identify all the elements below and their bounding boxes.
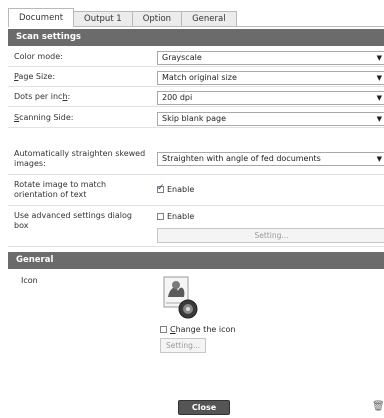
scan-settings-header: Scan settings [8,29,384,46]
dpi-label: Dots per inch: [14,92,71,101]
scanning-side-row: Scanning Side: Skip blank page ▼ [8,108,384,128]
dropdown-arrow-icon: ▼ [376,115,382,123]
tab-document[interactable]: Document [8,8,75,27]
tab-option[interactable]: Option [131,11,183,27]
color-mode-select[interactable]: Grayscale ▼ [157,51,384,65]
color-mode-label: Color mode: [14,52,63,61]
change-icon-checkbox[interactable]: Change the icon [160,325,235,334]
advanced-setting-button[interactable]: Setting... [157,228,384,243]
dpi-value: 200 dpi [162,93,193,102]
straighten-row: Automatically straighten skewed images: … [8,129,384,175]
close-button[interactable]: Close [178,400,230,415]
scanning-side-value: Skip blank page [162,114,226,123]
dropdown-arrow-icon: ▼ [376,94,382,102]
page-size-label: Page Size: [14,72,56,81]
advanced-row: Use advanced settings dialog box Enable … [8,207,384,247]
page-size-value: Match original size [162,73,237,82]
checkbox-unchecked-icon[interactable] [157,213,164,220]
tab-general[interactable]: General [181,11,237,27]
dropdown-arrow-icon: ▼ [376,54,382,62]
page-size-select[interactable]: Match original size ▼ [157,71,384,85]
dpi-row: Dots per inch: 200 dpi ▼ [8,88,384,107]
straighten-select[interactable]: Straighten with angle of fed documents ▼ [157,152,384,166]
icon-setting-button[interactable]: Setting... [160,338,206,353]
advanced-enable-label: Enable [167,212,195,221]
tab-output-1[interactable]: Output 1 [73,11,133,27]
general-header: General [8,252,384,269]
icon-label: Icon [21,276,38,285]
rotate-label: Rotate image to match orientation of tex… [14,180,107,199]
dropdown-arrow-icon: ▼ [376,74,382,82]
rotate-row: Rotate image to match orientation of tex… [8,176,384,206]
straighten-value: Straighten with angle of fed documents [162,154,321,163]
checkbox-checked-icon[interactable] [157,183,165,193]
color-mode-value: Grayscale [162,53,202,62]
scanning-side-label: Scanning Side: [14,113,74,122]
change-icon-label: Change the icon [170,325,236,334]
straighten-label: Automatically straighten skewed images: [14,149,146,168]
scanning-side-select[interactable]: Skip blank page ▼ [157,112,384,126]
page-size-row: Page Size: Match original size ▼ [8,68,384,87]
trash-icon[interactable]: 🗑 [372,401,384,412]
rotate-enable-checkbox[interactable]: Enable [157,183,195,194]
advanced-enable-checkbox[interactable]: Enable [157,212,194,221]
advanced-label: Use advanced settings dialog box [14,211,132,230]
color-mode-row: Color mode: Grayscale ▼ [8,48,384,67]
scan-profile-icon [163,276,198,319]
tab-bar: Document Output 1 Option General [8,8,237,27]
rotate-enable-label: Enable [167,185,195,194]
dropdown-arrow-icon: ▼ [376,155,382,163]
dpi-select[interactable]: 200 dpi ▼ [157,91,384,105]
checkbox-unchecked-icon[interactable] [160,326,167,333]
